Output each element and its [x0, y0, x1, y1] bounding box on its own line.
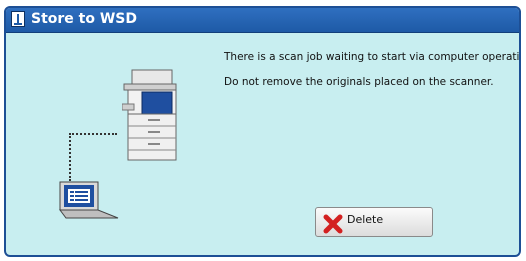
store-to-wsd-dialog: Store to WSD There is a scan job waiting… — [4, 6, 521, 257]
delete-button[interactable]: Delete — [315, 207, 433, 237]
info-icon — [11, 11, 25, 27]
title-bar: Store to WSD — [6, 8, 519, 33]
delete-button-label: Delete — [347, 213, 384, 226]
multifunction-printer-icon — [122, 69, 177, 161]
red-x-icon — [323, 214, 343, 234]
message-line-2: Do not remove the originals placed on th… — [224, 76, 494, 88]
connection-line-horizontal — [69, 133, 117, 135]
dialog-title: Store to WSD — [31, 11, 137, 27]
message-line-1: There is a scan job waiting to start via… — [224, 51, 521, 63]
connection-line-vertical — [69, 133, 71, 181]
laptop-icon — [59, 181, 119, 219]
